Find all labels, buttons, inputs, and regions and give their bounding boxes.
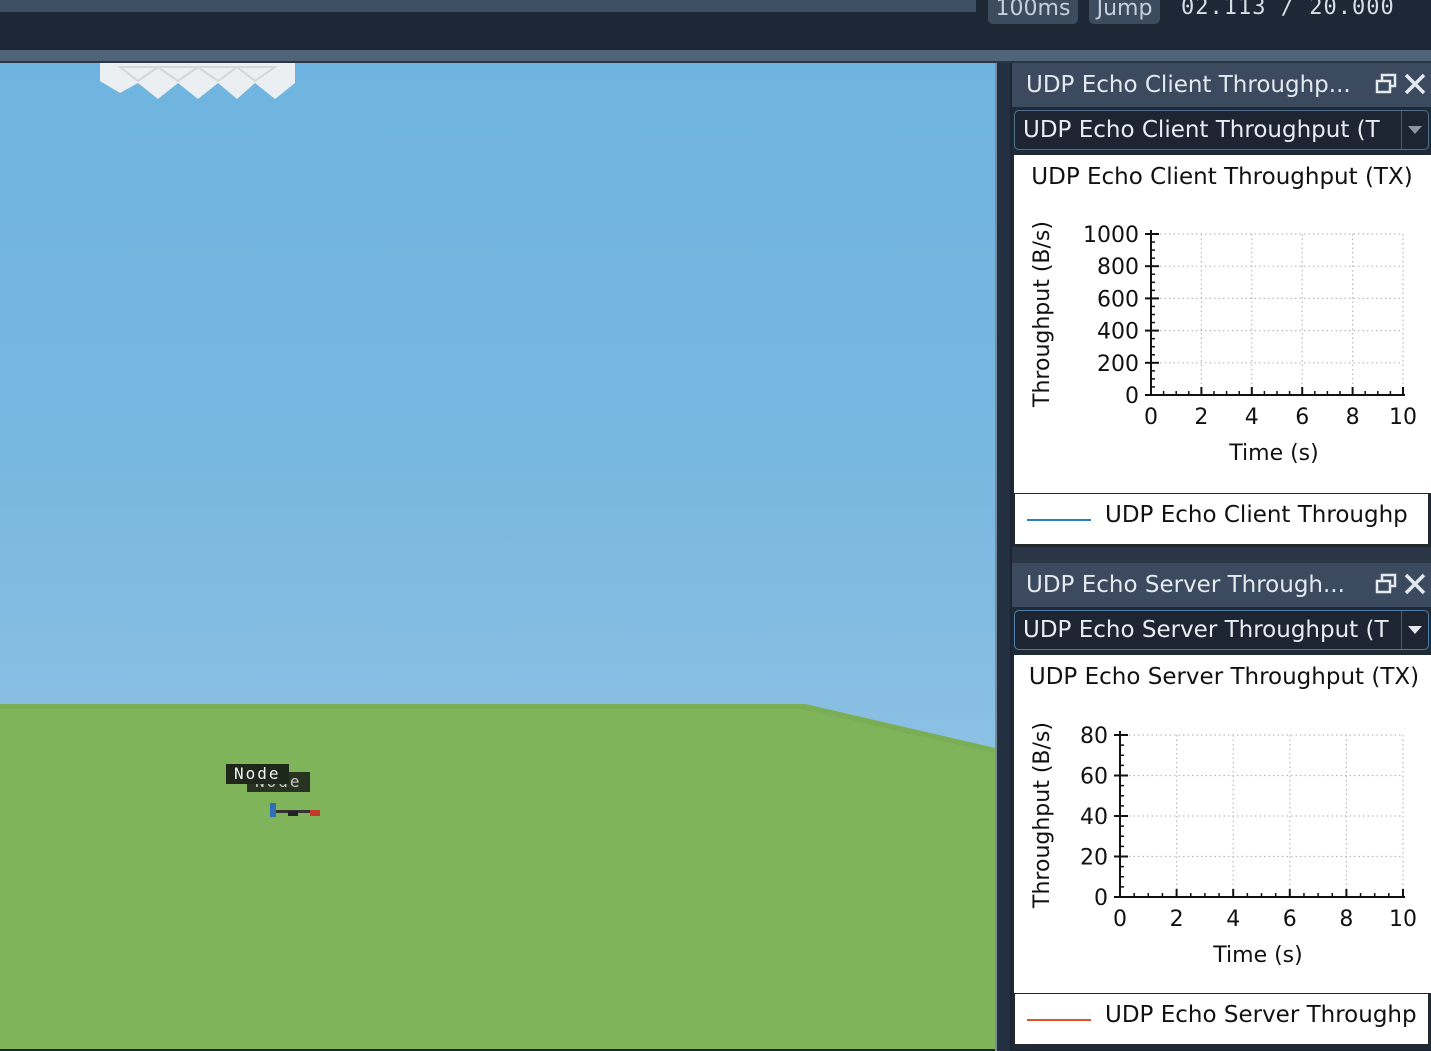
dock-splitter[interactable]	[995, 63, 1010, 1051]
legend-line	[1027, 519, 1091, 521]
throughput-chart: UDP Echo Server Throughput (TX) 0 2 4 6 8 10 0 2…	[1014, 655, 1431, 993]
close-icon[interactable]	[1402, 71, 1428, 97]
node-model[interactable]	[268, 801, 328, 821]
y-tick-label: 0	[1094, 886, 1108, 911]
chart-plot: UDP Echo Server Throughput (TX) 0 2 4 6 8 10 0 2…	[1029, 664, 1419, 968]
series-select-value: UDP Echo Client Throughput (T	[1023, 117, 1380, 143]
x-tick-label: 8	[1346, 405, 1360, 430]
x-tick-label: 2	[1170, 907, 1184, 932]
time-readout: 02.113 / 20.000	[1181, 0, 1395, 23]
x-tick-label: 4	[1226, 907, 1240, 932]
time-separator: /	[1280, 0, 1295, 20]
y-tick-label: 1000	[1083, 223, 1139, 248]
node-label: Node	[226, 764, 289, 784]
y-tick-label: 80	[1080, 724, 1108, 749]
3d-viewport[interactable]: Node Node	[0, 63, 995, 1049]
y-tick-label: 0	[1125, 384, 1139, 409]
panel-splitter[interactable]	[1012, 547, 1431, 563]
chart-legend[interactable]: UDP Echo Server Throughp	[1014, 993, 1429, 1045]
step-size-button[interactable]: 100ms	[988, 0, 1078, 24]
y-tick-label: 40	[1080, 805, 1108, 830]
x-tick-label: 6	[1295, 405, 1309, 430]
y-tick-label: 400	[1097, 320, 1139, 345]
legend-label: UDP Echo Client Throughp	[1105, 502, 1408, 528]
chevron-down-icon[interactable]	[1401, 111, 1428, 149]
y-tick-label: 60	[1080, 765, 1108, 790]
jump-button[interactable]: Jump	[1089, 0, 1160, 24]
panel-title-bar[interactable]: UDP Echo Server Through...	[1012, 563, 1431, 607]
y-axis-label: Throughput (B/s)	[1030, 221, 1055, 408]
chart-plot: UDP Echo Client Throughput (TX) 0 2 4 6 8 10 0 2…	[1030, 164, 1417, 466]
series-select[interactable]: UDP Echo Client Throughput (T	[1014, 110, 1429, 150]
ground-plane	[0, 704, 995, 1049]
client-throughput-panel: UDP Echo Client Throughp... UDP Echo Cli…	[1012, 63, 1431, 547]
playback-toolbar: 100ms Jump 02.113 / 20.000	[0, 0, 1431, 50]
playback-progress-strip[interactable]	[0, 0, 976, 12]
end-time: 20.000	[1309, 0, 1395, 20]
x-tick-label: 0	[1113, 907, 1127, 932]
throughput-chart: UDP Echo Client Throughput (TX) 0 2 4 6 8 10 0 2…	[1014, 155, 1431, 493]
series-select-value: UDP Echo Server Throughput (T	[1023, 617, 1389, 643]
chart-title: UDP Echo Client Throughput (TX)	[1031, 164, 1412, 190]
x-tick-label: 8	[1339, 907, 1353, 932]
legend-line	[1027, 1019, 1091, 1021]
y-tick-label: 600	[1097, 287, 1139, 312]
x-tick-label: 2	[1194, 405, 1208, 430]
close-icon[interactable]	[1402, 571, 1428, 597]
x-axis-label: Time (s)	[1212, 943, 1302, 968]
x-tick-label: 10	[1389, 405, 1417, 430]
float-window-icon[interactable]	[1374, 572, 1398, 596]
current-time: 02.113	[1181, 0, 1267, 20]
chart-title: UDP Echo Server Throughput (TX)	[1029, 664, 1419, 690]
x-tick-label: 4	[1245, 405, 1259, 430]
y-tick-label: 20	[1080, 846, 1108, 871]
x-tick-label: 6	[1283, 907, 1297, 932]
chart-legend[interactable]: UDP Echo Client Throughp	[1014, 493, 1429, 545]
cloud-model	[100, 63, 295, 99]
legend-label: UDP Echo Server Throughp	[1105, 1002, 1417, 1028]
panel-title: UDP Echo Client Throughp...	[1026, 72, 1351, 98]
y-tick-label: 200	[1097, 352, 1139, 377]
panel-title-bar[interactable]: UDP Echo Client Throughp...	[1012, 63, 1431, 107]
server-throughput-panel: UDP Echo Server Through... UDP Echo Serv…	[1012, 563, 1431, 1049]
x-tick-label: 10	[1389, 907, 1417, 932]
toolbar-separator	[0, 50, 1431, 63]
series-select[interactable]: UDP Echo Server Throughput (T	[1014, 610, 1429, 650]
chevron-down-icon[interactable]	[1401, 611, 1428, 649]
y-tick-label: 800	[1097, 255, 1139, 280]
float-window-icon[interactable]	[1374, 72, 1398, 96]
y-axis-label: Throughput (B/s)	[1030, 722, 1055, 909]
x-tick-label: 0	[1144, 405, 1158, 430]
x-axis-label: Time (s)	[1228, 441, 1318, 466]
panel-title: UDP Echo Server Through...	[1026, 572, 1345, 598]
